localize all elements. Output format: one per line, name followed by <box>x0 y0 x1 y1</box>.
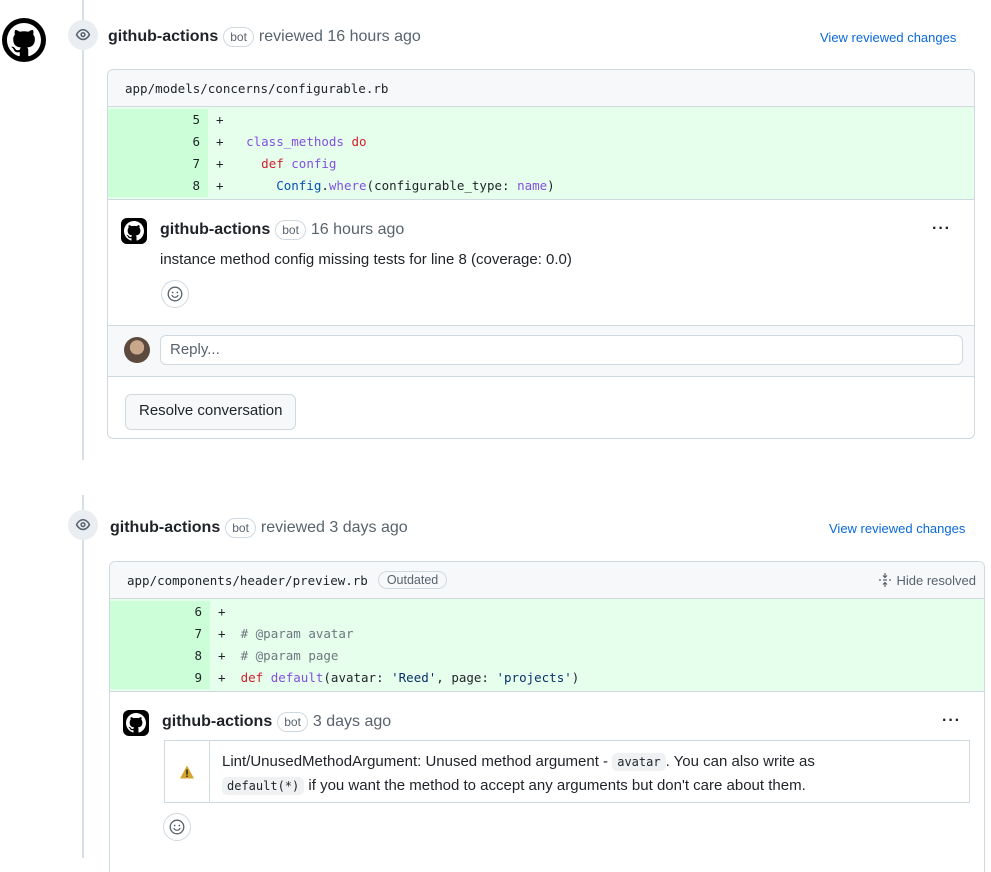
review-time[interactable]: reviewed 16 hours ago <box>259 28 421 46</box>
view-reviewed-changes-link[interactable]: View reviewed changes <box>829 521 965 536</box>
review-header: github-actions bot reviewed 16 hours ago <box>108 27 421 47</box>
review-author[interactable]: github-actions <box>110 519 220 537</box>
file-path: app/components/header/preview.rb Outdate… <box>110 562 984 599</box>
comment-time[interactable]: 16 hours ago <box>311 221 404 239</box>
diff-line: 9 + def default(avatar: 'Reed', page: 'p… <box>110 667 984 689</box>
bot-badge: bot <box>225 518 256 538</box>
file-path-label[interactable]: app/components/header/preview.rb <box>127 573 368 588</box>
line-number[interactable]: 6 <box>110 601 210 623</box>
reply-row: Reply... <box>108 326 974 377</box>
eye-icon <box>68 510 98 540</box>
reply-input[interactable]: Reply... <box>160 335 963 365</box>
outdated-badge: Outdated <box>377 571 448 589</box>
code-chip: avatar <box>612 753 666 771</box>
line-number[interactable]: 5 <box>108 109 208 131</box>
bot-badge: bot <box>223 27 254 47</box>
diff-hunk: 6 + 7 + # @param avatar 8 + # @param pag… <box>110 599 984 691</box>
code-chip: default(*) <box>222 777 305 795</box>
smiley-icon <box>167 286 183 302</box>
diff-code: + <box>208 109 974 131</box>
timeline-line <box>82 495 84 858</box>
diff-line: 6 + <box>110 601 984 623</box>
review-header: github-actions bot reviewed 3 days ago <box>110 518 408 538</box>
review-time[interactable]: reviewed 3 days ago <box>261 519 408 537</box>
review-thread-card: app/models/concerns/configurable.rb 5 + … <box>107 69 975 439</box>
github-avatar[interactable] <box>2 18 46 62</box>
diff-line: 8 + Config.where(configurable_type: name… <box>108 175 974 197</box>
view-reviewed-changes-link[interactable]: View reviewed changes <box>820 30 956 45</box>
eye-icon <box>68 20 98 50</box>
line-number[interactable]: 9 <box>110 667 210 689</box>
review-comment: github-actions bot 16 hours ago ··· inst… <box>108 199 974 326</box>
github-mark-icon <box>124 221 144 241</box>
bot-badge: bot <box>277 712 308 732</box>
line-number[interactable]: 7 <box>108 153 208 175</box>
review-thread-card: app/components/header/preview.rb Outdate… <box>109 561 985 872</box>
diff-line: 6 + class_methods do <box>108 131 974 153</box>
comment-body: instance method config missing tests for… <box>160 251 572 268</box>
add-reaction-button[interactable] <box>161 280 189 308</box>
more-options-button[interactable]: ··· <box>942 712 961 730</box>
diff-line: 7 + def config <box>108 153 974 175</box>
more-options-button[interactable]: ··· <box>932 220 951 238</box>
line-number[interactable]: 7 <box>110 623 210 645</box>
lint-annotation: Lint/UnusedMethodArgument: Unused method… <box>164 740 970 803</box>
add-reaction-button[interactable] <box>163 813 191 841</box>
resolve-row: Resolve conversation <box>108 377 974 438</box>
resolve-conversation-button[interactable]: Resolve conversation <box>125 394 297 430</box>
github-mark-icon <box>7 23 41 57</box>
comment-author[interactable]: github-actions <box>160 221 270 239</box>
fold-icon <box>878 573 891 587</box>
comment-avatar[interactable] <box>121 218 147 244</box>
line-number[interactable]: 8 <box>108 175 208 197</box>
warning-icon <box>165 741 210 802</box>
lint-message: Lint/UnusedMethodArgument: Unused method… <box>222 753 815 795</box>
bot-badge: bot <box>275 220 306 240</box>
comment-time[interactable]: 3 days ago <box>313 713 391 731</box>
diff-code: + def config <box>208 153 974 175</box>
diff-code: + # @param page <box>210 645 984 667</box>
line-number[interactable]: 8 <box>110 645 210 667</box>
diff-code: + <box>210 601 984 623</box>
file-path-label[interactable]: app/models/concerns/configurable.rb <box>125 81 388 96</box>
smiley-icon <box>169 819 185 835</box>
timeline-line <box>82 0 84 460</box>
diff-line: 7 + # @param avatar <box>110 623 984 645</box>
hide-resolved-button[interactable]: Hide resolved <box>878 572 976 588</box>
comment-header: github-actions bot 3 days ago <box>162 712 391 732</box>
comment-avatar[interactable] <box>123 710 149 736</box>
diff-code: + def default(avatar: 'Reed', page: 'pro… <box>210 667 984 689</box>
diff-line: 5 + <box>108 109 974 131</box>
review-comment: github-actions bot 3 days ago ··· Lint/U… <box>110 691 984 862</box>
comment-header: github-actions bot 16 hours ago <box>160 220 404 240</box>
review-author[interactable]: github-actions <box>108 28 218 46</box>
diff-code: + class_methods do <box>208 131 974 153</box>
user-avatar[interactable] <box>124 337 150 363</box>
line-number[interactable]: 6 <box>108 131 208 153</box>
file-path: app/models/concerns/configurable.rb <box>108 70 974 107</box>
github-mark-icon <box>126 713 146 733</box>
diff-hunk: 5 + 6 + class_methods do 7 + def config … <box>108 107 974 199</box>
diff-code: + # @param avatar <box>210 623 984 645</box>
diff-line: 8 + # @param page <box>110 645 984 667</box>
comment-author[interactable]: github-actions <box>162 713 272 731</box>
diff-code: + Config.where(configurable_type: name) <box>208 175 974 197</box>
